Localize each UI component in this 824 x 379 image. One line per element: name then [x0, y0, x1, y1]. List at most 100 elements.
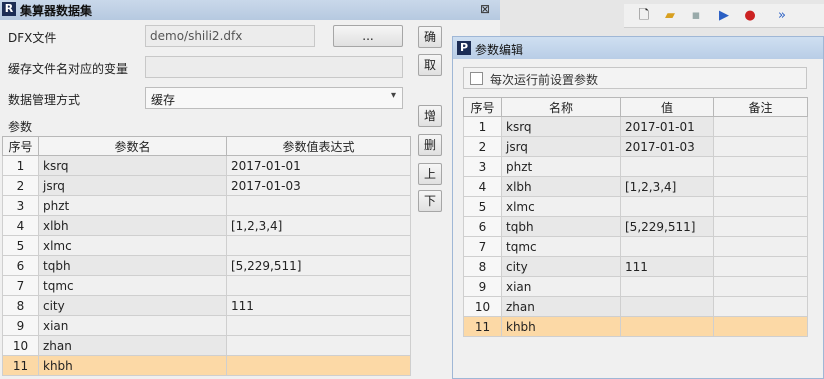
param-name-cell[interactable]: xlbh [501, 176, 621, 197]
table-row[interactable]: 9 xian [2, 315, 411, 336]
param-name-cell[interactable]: city [38, 295, 227, 316]
run-icon[interactable]: ▶ [716, 8, 732, 24]
table-row[interactable]: 6 tqbh [5,229,511] [2, 255, 411, 276]
param-name-cell[interactable]: tqmc [501, 236, 621, 257]
column-header[interactable]: 参数值表达式 [226, 136, 411, 156]
table-row[interactable]: 8 city 111 [463, 256, 808, 277]
table-row[interactable]: 5 xlmc [463, 196, 808, 217]
table-row[interactable]: 1 ksrq 2017-01-01 [2, 155, 411, 176]
param-name-cell[interactable]: phzt [38, 195, 227, 216]
dfx-file-field[interactable]: demo/shili2.dfx [145, 25, 315, 47]
param-value-cell[interactable] [620, 316, 714, 337]
param-note-cell[interactable] [713, 136, 808, 157]
param-expr-cell[interactable]: 2017-01-03 [226, 175, 411, 196]
move-up-button[interactable]: 上 [418, 163, 442, 185]
column-header[interactable]: 值 [620, 97, 714, 117]
param-value-cell[interactable] [620, 276, 714, 297]
param-value-cell[interactable]: 111 [620, 256, 714, 277]
param-expr-cell[interactable] [226, 315, 411, 336]
column-header[interactable]: 参数名 [38, 136, 227, 156]
param-note-cell[interactable] [713, 236, 808, 257]
table-row[interactable]: 2 jsrq 2017-01-03 [2, 175, 411, 196]
param-expr-cell[interactable]: [5,229,511] [226, 255, 411, 276]
table-row[interactable]: 11 khbh [2, 355, 411, 376]
param-name-cell[interactable]: xlmc [501, 196, 621, 217]
table-row[interactable]: 10 zhan [2, 335, 411, 356]
param-note-cell[interactable] [713, 196, 808, 217]
param-expr-cell[interactable]: [1,2,3,4] [226, 215, 411, 236]
param-note-cell[interactable] [713, 156, 808, 177]
param-name-cell[interactable]: zhan [501, 296, 621, 317]
step-icon[interactable]: » [774, 8, 790, 24]
param-name-cell[interactable]: xlbh [38, 215, 227, 236]
param-name-cell[interactable]: jsrq [38, 175, 227, 196]
table-row[interactable]: 9 xian [463, 276, 808, 297]
debug-icon[interactable]: ● [742, 8, 758, 24]
close-icon[interactable]: ⊠ [470, 0, 500, 18]
param-expr-cell[interactable]: 111 [226, 295, 411, 316]
param-note-cell[interactable] [713, 116, 808, 137]
table-row[interactable]: 4 xlbh [1,2,3,4] [463, 176, 808, 197]
table-row[interactable]: 3 phzt [2, 195, 411, 216]
param-note-cell[interactable] [713, 176, 808, 197]
table-row[interactable]: 2 jsrq 2017-01-03 [463, 136, 808, 157]
param-value-cell[interactable] [620, 156, 714, 177]
set-params-checkbox[interactable] [470, 72, 483, 85]
param-name-cell[interactable]: ksrq [38, 155, 227, 176]
param-note-cell[interactable] [713, 296, 808, 317]
param-expr-cell[interactable] [226, 355, 411, 376]
param-name-cell[interactable]: khbh [38, 355, 227, 376]
param-name-cell[interactable]: zhan [38, 335, 227, 356]
param-name-cell[interactable]: tqbh [38, 255, 227, 276]
param-expr-cell[interactable]: 2017-01-01 [226, 155, 411, 176]
param-note-cell[interactable] [713, 216, 808, 237]
cache-var-field[interactable] [145, 56, 403, 78]
table-row[interactable]: 1 ksrq 2017-01-01 [463, 116, 808, 137]
param-value-cell[interactable]: 2017-01-01 [620, 116, 714, 137]
param-expr-cell[interactable] [226, 275, 411, 296]
param-expr-cell[interactable] [226, 195, 411, 216]
param-note-cell[interactable] [713, 276, 808, 297]
param-value-cell[interactable] [620, 296, 714, 317]
param-value-cell[interactable]: [1,2,3,4] [620, 176, 714, 197]
data-mgmt-select[interactable]: 缓存 ▾ [145, 87, 403, 109]
table-row[interactable]: 7 tqmc [2, 275, 411, 296]
run-param-option[interactable]: 每次运行前设置参数 [463, 67, 807, 89]
param-value-cell[interactable] [620, 196, 714, 217]
param-value-cell[interactable] [620, 236, 714, 257]
table-row[interactable]: 10 zhan [463, 296, 808, 317]
param-note-cell[interactable] [713, 316, 808, 337]
param-name-cell[interactable]: ksrq [501, 116, 621, 137]
param-name-cell[interactable]: phzt [501, 156, 621, 177]
param-value-cell[interactable]: 2017-01-03 [620, 136, 714, 157]
table-row[interactable]: 3 phzt [463, 156, 808, 177]
column-header[interactable]: 名称 [501, 97, 621, 117]
param-name-cell[interactable]: xian [38, 315, 227, 336]
param-name-cell[interactable]: xlmc [38, 235, 227, 256]
column-header[interactable]: 序号 [463, 97, 502, 117]
table-row[interactable]: 8 city 111 [2, 295, 411, 316]
save-icon[interactable]: ▪ [688, 8, 704, 24]
param-value-cell[interactable]: [5,229,511] [620, 216, 714, 237]
table-row[interactable]: 11 khbh [463, 316, 808, 337]
table-row[interactable]: 6 tqbh [5,229,511] [463, 216, 808, 237]
table-row[interactable]: 5 xlmc [2, 235, 411, 256]
open-folder-icon[interactable]: ▰ [662, 8, 678, 24]
param-expr-cell[interactable] [226, 235, 411, 256]
column-header[interactable]: 序号 [2, 136, 39, 156]
column-header[interactable]: 备注 [713, 97, 808, 117]
cancel-button[interactable]: 取 [418, 54, 442, 76]
browse-button[interactable]: ... [333, 25, 403, 47]
param-expr-cell[interactable] [226, 335, 411, 356]
table-row[interactable]: 7 tqmc [463, 236, 808, 257]
move-down-button[interactable]: 下 [418, 190, 442, 212]
new-file-icon[interactable]: 🗋 [636, 8, 652, 24]
param-name-cell[interactable]: jsrq [501, 136, 621, 157]
param-name-cell[interactable]: xian [501, 276, 621, 297]
param-name-cell[interactable]: city [501, 256, 621, 277]
param-name-cell[interactable]: tqmc [38, 275, 227, 296]
param-note-cell[interactable] [713, 256, 808, 277]
add-param-button[interactable]: 增 [418, 105, 442, 127]
delete-param-button[interactable]: 删 [418, 134, 442, 156]
table-row[interactable]: 4 xlbh [1,2,3,4] [2, 215, 411, 236]
